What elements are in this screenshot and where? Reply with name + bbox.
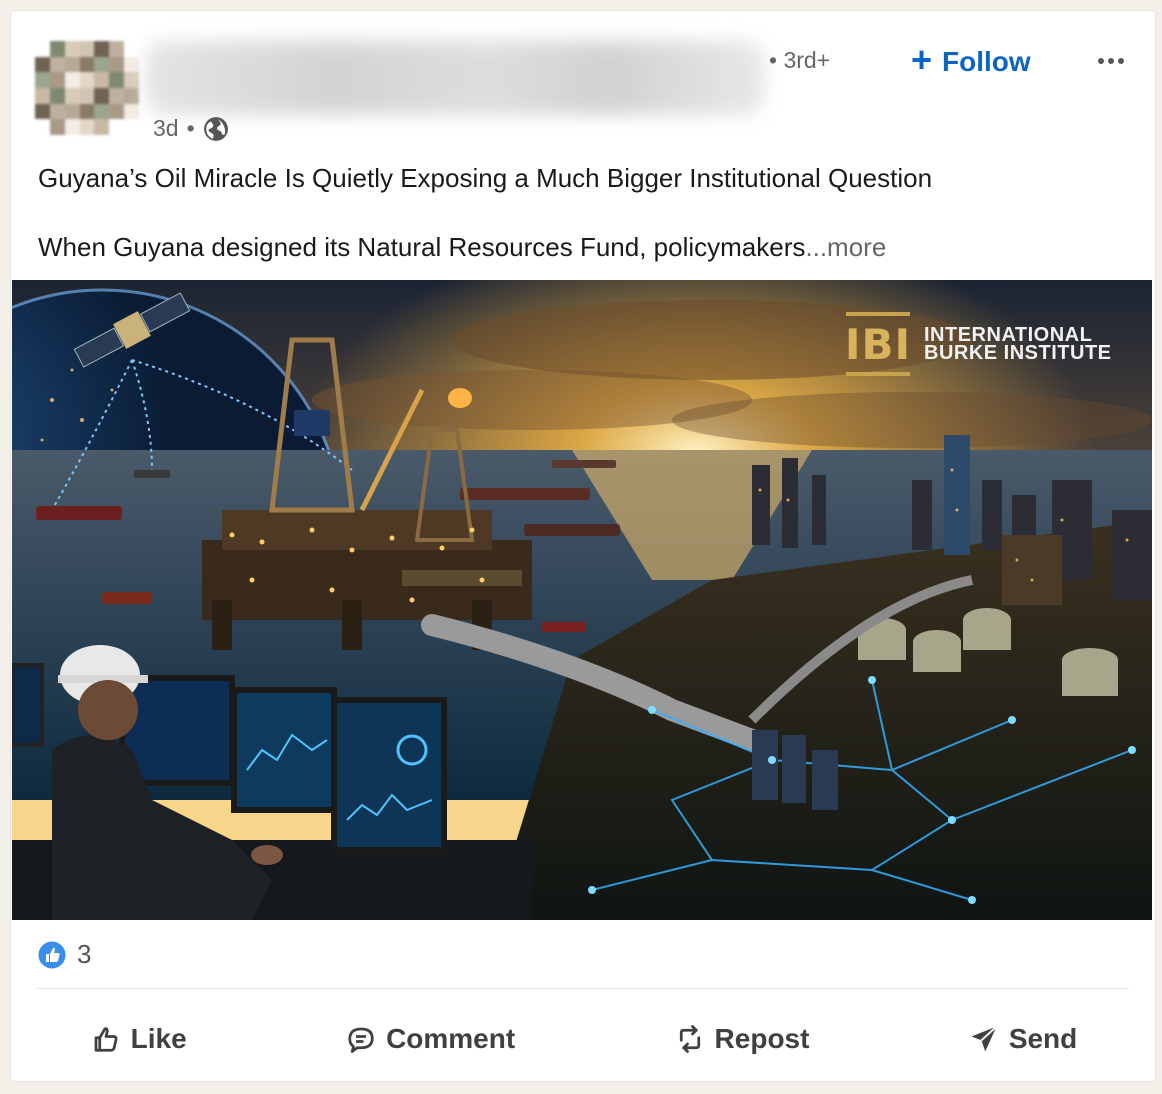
repost-icon xyxy=(679,1025,700,1053)
author-name-blurred[interactable] xyxy=(145,41,765,115)
logo-wordmark: INTERNATIONAL BURKE INSTITUTE xyxy=(924,325,1112,364)
repost-label: Repost xyxy=(714,1023,810,1054)
institute-logo: IBI INTERNATIONAL BURKE INSTITUTE xyxy=(845,312,1112,376)
follow-button[interactable]: + Follow xyxy=(911,41,1031,83)
comment-button[interactable]: Comment xyxy=(330,1015,531,1063)
author-avatar[interactable] xyxy=(35,41,139,135)
reactions-summary[interactable]: 3 xyxy=(37,939,91,970)
comment-icon xyxy=(348,1027,374,1053)
dot-icon xyxy=(1118,58,1124,64)
post-actions-bar: Like Comment Repost Send xyxy=(11,1009,1155,1069)
illustration-oil-city xyxy=(12,280,1152,920)
send-button[interactable]: Send xyxy=(953,1015,1093,1063)
post-time: 3d xyxy=(153,115,179,141)
post-image[interactable]: IBI INTERNATIONAL BURKE INSTITUTE xyxy=(12,280,1152,920)
reaction-count: 3 xyxy=(77,939,92,969)
plus-icon: + xyxy=(911,39,933,80)
dot-icon xyxy=(1098,58,1104,64)
repost-button[interactable]: Repost xyxy=(659,1015,826,1063)
like-reaction-icon xyxy=(37,940,67,969)
like-button[interactable]: Like xyxy=(75,1015,203,1063)
globe-icon xyxy=(203,116,228,141)
send-icon xyxy=(971,1025,997,1052)
post-title: Guyana’s Oil Miracle Is Quietly Exposing… xyxy=(38,163,933,193)
dot-icon xyxy=(1108,58,1114,64)
follow-label: Follow xyxy=(942,46,1031,77)
comment-label: Comment xyxy=(386,1023,516,1054)
feed-post-card: • 3rd+ + Follow 3d • Guyana’s Oil Miracl… xyxy=(10,10,1156,1082)
post-body: When Guyana designed its Natural Resourc… xyxy=(38,232,886,263)
like-label: Like xyxy=(130,1023,187,1054)
meta-separator: • xyxy=(186,115,195,141)
send-label: Send xyxy=(1008,1023,1078,1054)
ibi-logo-mark: IBI xyxy=(845,312,910,376)
see-more-link[interactable]: ...more xyxy=(805,232,886,262)
post-body-text: When Guyana designed its Natural Resourc… xyxy=(38,232,806,262)
connection-degree: • 3rd+ xyxy=(769,47,831,73)
divider xyxy=(37,988,1129,989)
thumbs-up-icon xyxy=(94,1027,118,1052)
post-meta: 3d • xyxy=(153,115,229,142)
more-options-button[interactable] xyxy=(1091,41,1131,81)
logo-line-2: BURKE INSTITUTE xyxy=(924,342,1112,364)
